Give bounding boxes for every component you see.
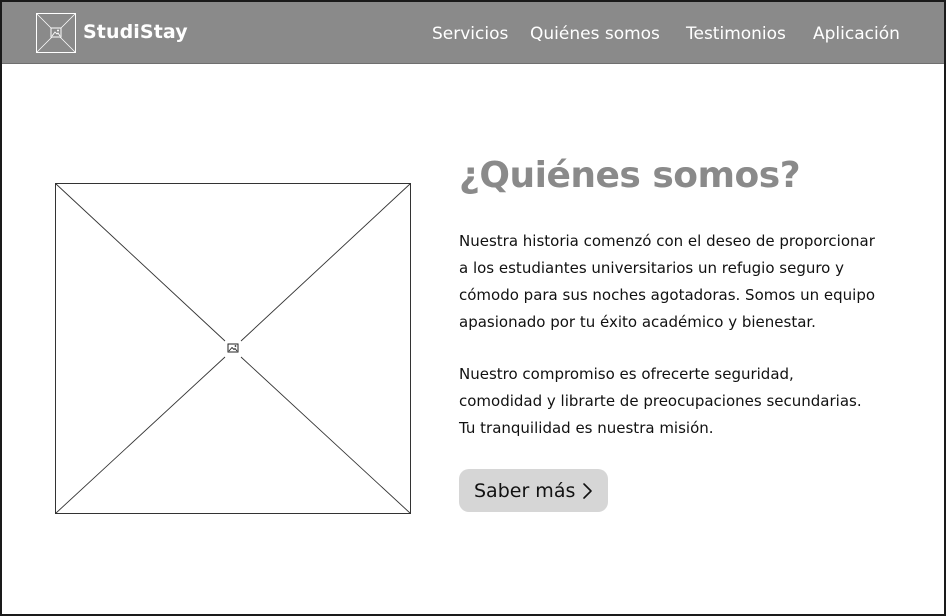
page-frame: StudiStay Servicios Quiénes somos Testim… — [0, 0, 946, 616]
chevron-right-icon — [583, 483, 592, 499]
about-image-placeholder — [55, 183, 411, 514]
paragraph-line: a los estudiantes universitarios un refu… — [459, 259, 845, 277]
saber-mas-button[interactable]: Saber más — [459, 469, 608, 512]
nav-link-servicios[interactable]: Servicios — [432, 22, 508, 46]
nav-link-testimonios[interactable]: Testimonios — [686, 22, 786, 46]
paragraph-line: Nuestro compromiso es ofrecerte segurida… — [459, 365, 794, 383]
nav-link-aplicacion[interactable]: Aplicación — [813, 22, 900, 46]
paragraph-line: apasionado por tu éxito académico y bien… — [459, 313, 816, 331]
about-paragraph-commitment: Nuestro compromiso es ofrecerte segurida… — [459, 361, 929, 442]
saber-mas-label: Saber más — [474, 480, 576, 502]
about-paragraph-history: Nuestra historia comenzó con el deseo de… — [459, 228, 929, 336]
nav-link-quienes-somos[interactable]: Quiénes somos — [530, 22, 660, 46]
paragraph-line: Nuestra historia comenzó con el deseo de… — [459, 232, 875, 250]
brand-name[interactable]: StudiStay — [83, 19, 188, 45]
image-placeholder-icon — [227, 343, 239, 353]
paragraph-line: comodidad y librarte de preocupaciones s… — [459, 392, 862, 410]
navbar: StudiStay Servicios Quiénes somos Testim… — [2, 2, 944, 64]
section-heading: ¿Quiénes somos? — [459, 155, 801, 196]
paragraph-line: cómodo para sus noches agotadoras. Somos… — [459, 286, 876, 304]
paragraph-line: Tu tranquilidad es nuestra misión. — [459, 419, 714, 437]
image-placeholder-icon[interactable] — [36, 13, 76, 53]
